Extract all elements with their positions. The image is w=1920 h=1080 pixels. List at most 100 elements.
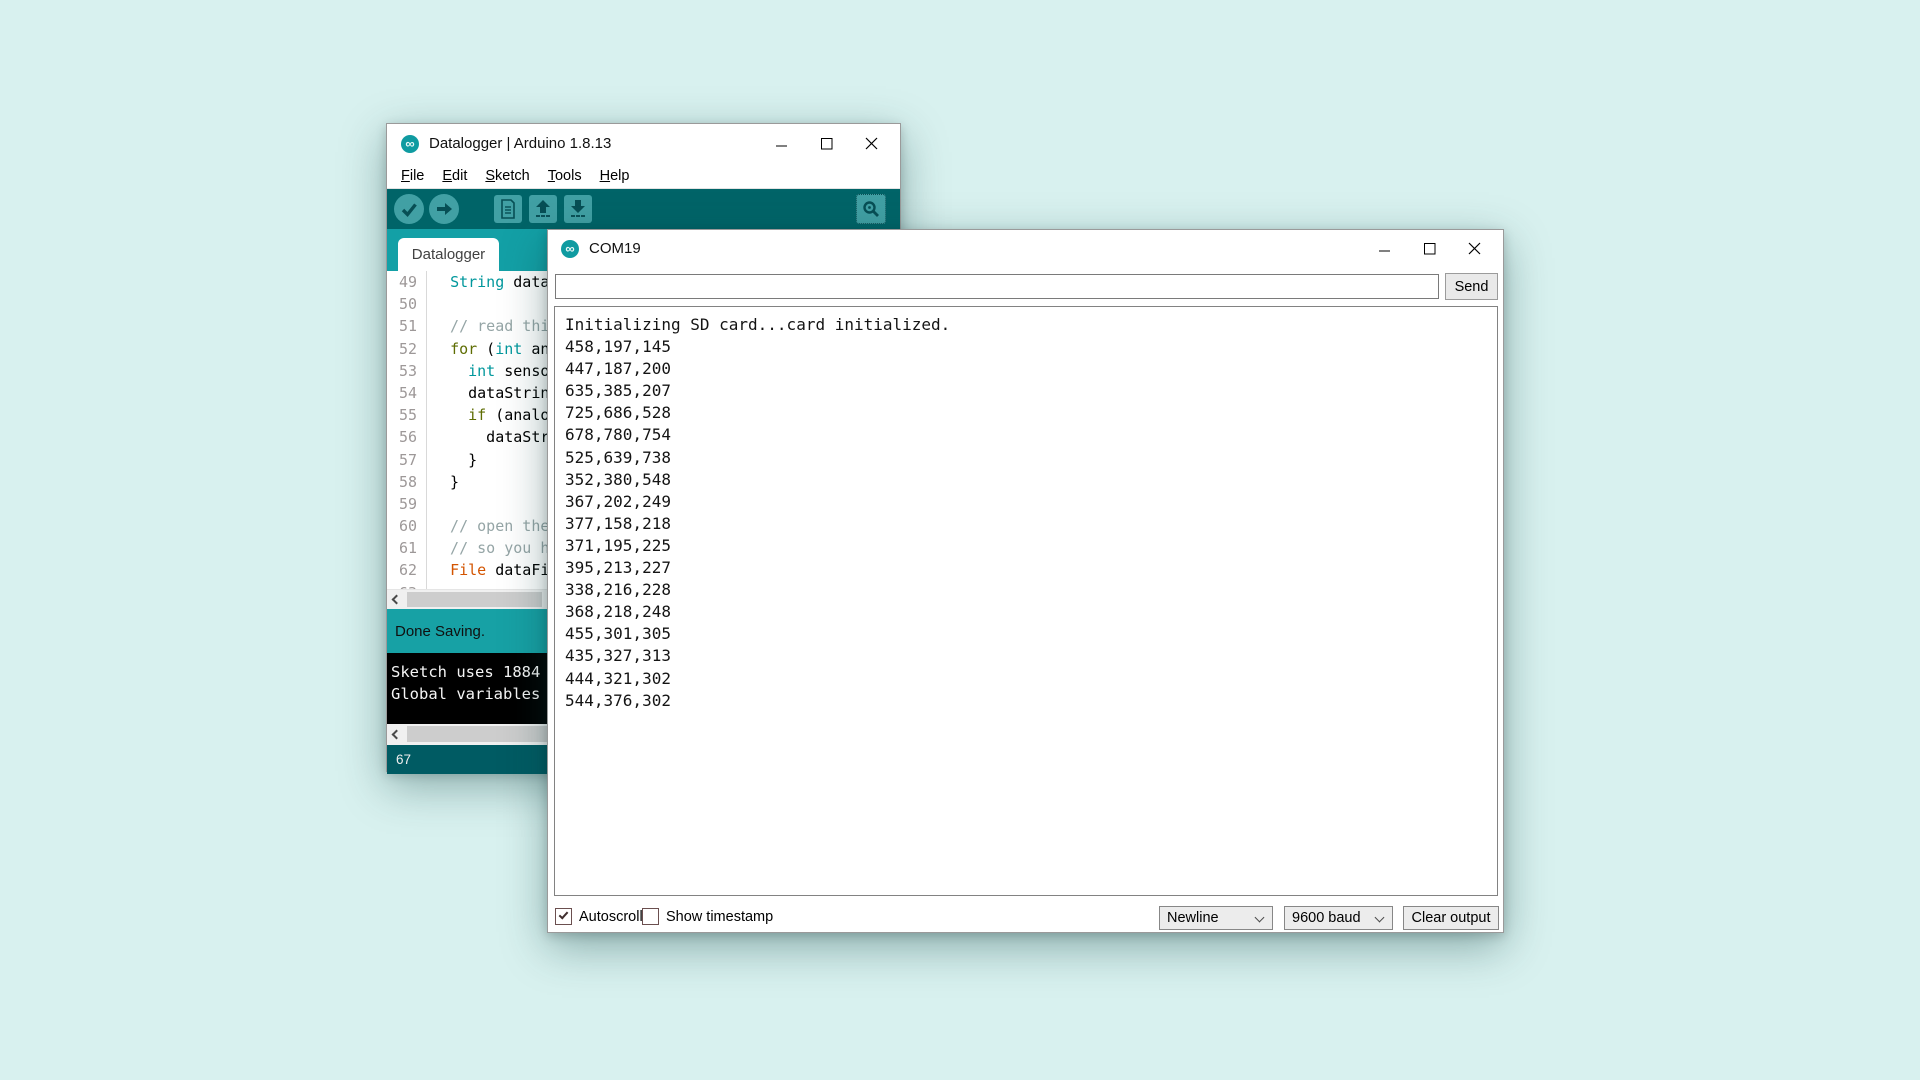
verify-icon: [398, 198, 420, 220]
chevron-down-icon: [1255, 913, 1265, 923]
line-number: 55: [387, 404, 427, 426]
serial-output-line: Initializing SD card...card initialized.: [565, 314, 1497, 336]
line-number: 53: [387, 360, 427, 382]
arduino-logo-icon: [561, 240, 579, 258]
line-number: 49: [387, 271, 427, 293]
menu-tools[interactable]: Tools: [539, 165, 591, 187]
upload-icon: [433, 198, 455, 220]
current-line-indicator: 67: [396, 752, 411, 767]
line-number: 62: [387, 559, 427, 581]
serial-output-line: 525,639,738: [565, 447, 1497, 469]
ide-titlebar: Datalogger | Arduino 1.8.13: [387, 124, 900, 163]
line-ending-dropdown[interactable]: Newline: [1159, 906, 1273, 930]
open-icon: [534, 200, 552, 214]
minimize-button[interactable]: [1362, 230, 1407, 267]
serial-output-line: 455,301,305: [565, 623, 1497, 645]
close-button[interactable]: [1452, 230, 1497, 267]
clear-output-label: Clear output: [1412, 910, 1491, 926]
arduino-logo-icon: [401, 135, 419, 153]
scrollbar-thumb[interactable]: [407, 726, 557, 742]
serial-monitor-title: COM19: [589, 240, 641, 257]
serial-output-line: 377,158,218: [565, 513, 1497, 535]
serial-output-line: 338,216,228: [565, 579, 1497, 601]
send-button-label: Send: [1455, 279, 1489, 295]
line-number: 58: [387, 471, 427, 493]
maximize-button[interactable]: [1407, 230, 1452, 267]
line-number: 51: [387, 315, 427, 337]
line-number: 57: [387, 449, 427, 471]
serial-input-field[interactable]: [555, 274, 1439, 299]
clear-output-button[interactable]: Clear output: [1403, 906, 1499, 930]
tab-datalogger[interactable]: Datalogger: [398, 238, 499, 271]
scrollbar-thumb[interactable]: [407, 592, 542, 607]
autoscroll-checkbox[interactable]: [555, 908, 572, 925]
minimize-button[interactable]: [759, 124, 804, 163]
serial-output-line: 444,321,302: [565, 668, 1497, 690]
serial-output-line: 544,376,302: [565, 690, 1497, 712]
line-ending-value: Newline: [1167, 910, 1219, 926]
serial-output-line: 367,202,249: [565, 491, 1497, 513]
line-number: 52: [387, 338, 427, 360]
chevron-left-icon: [392, 595, 402, 605]
close-button[interactable]: [849, 124, 894, 163]
serial-monitor-window-controls: [1362, 230, 1497, 267]
ide-window-title: Datalogger | Arduino 1.8.13: [429, 135, 611, 152]
upload-button[interactable]: [429, 194, 459, 224]
line-number: 56: [387, 426, 427, 448]
serial-output-line: 352,380,548: [565, 469, 1497, 491]
chevron-left-icon: [392, 730, 402, 740]
scroll-left-button[interactable]: [387, 724, 406, 745]
menu-file[interactable]: File: [392, 165, 433, 187]
serial-monitor-titlebar: COM19: [548, 230, 1503, 267]
serial-output-line: 447,187,200: [565, 358, 1497, 380]
autoscroll-label: Autoscroll: [579, 909, 643, 925]
ide-window-controls: [759, 124, 894, 163]
serial-monitor-window: COM19 Send Initializing SD card...card i…: [547, 229, 1504, 933]
save-label-bars: [571, 215, 585, 218]
serial-output-line: 635,385,207: [565, 380, 1497, 402]
serial-output-line: 678,780,754: [565, 424, 1497, 446]
line-number: 60: [387, 515, 427, 537]
tab-label: Datalogger: [412, 246, 485, 263]
close-icon: [865, 137, 878, 150]
serial-monitor-button[interactable]: [856, 194, 886, 224]
new-sketch-button[interactable]: [494, 195, 522, 223]
save-icon: [569, 200, 587, 214]
maximize-button[interactable]: [804, 124, 849, 163]
check-icon: [559, 909, 569, 919]
show-timestamp-label: Show timestamp: [666, 909, 773, 925]
verify-button[interactable]: [394, 194, 424, 224]
maximize-icon: [1424, 243, 1436, 255]
scroll-left-button[interactable]: [387, 590, 406, 609]
serial-output-line: 458,197,145: [565, 336, 1497, 358]
serial-output-line: 725,686,528: [565, 402, 1497, 424]
menu-sketch[interactable]: Sketch: [476, 165, 538, 187]
line-number: 63: [387, 582, 427, 589]
menu-bar: FileEditSketchToolsHelp: [387, 163, 900, 189]
show-timestamp-checkbox[interactable]: [642, 908, 659, 925]
open-label-bars: [536, 215, 550, 218]
close-icon: [1468, 242, 1481, 255]
menu-edit[interactable]: Edit: [433, 165, 476, 187]
status-message: Done Saving.: [395, 623, 485, 640]
menu-help[interactable]: Help: [591, 165, 639, 187]
ide-toolbar: [387, 189, 900, 229]
serial-output-line: 371,195,225: [565, 535, 1497, 557]
line-number: 61: [387, 537, 427, 559]
serial-output-line: 395,213,227: [565, 557, 1497, 579]
minimize-icon: [1379, 243, 1391, 255]
minimize-icon: [776, 138, 788, 150]
baud-rate-value: 9600 baud: [1292, 910, 1361, 926]
new-sketch-icon: [499, 199, 517, 219]
open-button[interactable]: [529, 195, 557, 223]
save-button[interactable]: [564, 195, 592, 223]
serial-output-line: 435,327,313: [565, 645, 1497, 667]
send-button[interactable]: Send: [1445, 273, 1498, 300]
line-number: 59: [387, 493, 427, 515]
line-number: 54: [387, 382, 427, 404]
serial-monitor-icon: [861, 199, 881, 219]
maximize-icon: [821, 138, 833, 150]
line-number: 50: [387, 293, 427, 315]
baud-rate-dropdown[interactable]: 9600 baud: [1284, 906, 1393, 930]
serial-output-area[interactable]: Initializing SD card...card initialized.…: [554, 306, 1498, 896]
